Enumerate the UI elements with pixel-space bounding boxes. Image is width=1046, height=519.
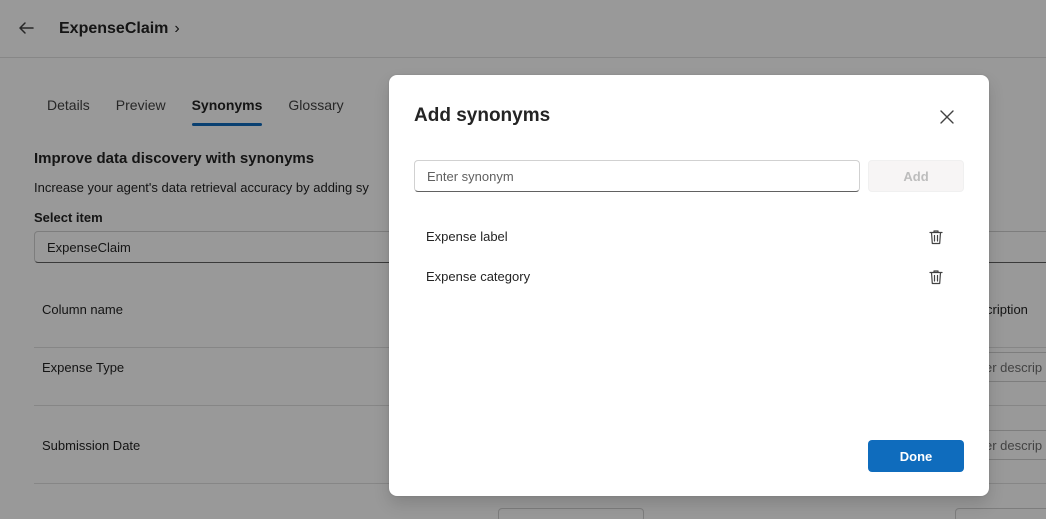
trash-icon: [929, 230, 943, 245]
close-icon: [940, 110, 954, 124]
trash-icon: [929, 270, 943, 285]
close-button[interactable]: [935, 105, 959, 129]
synonym-label: Expense category: [426, 269, 531, 284]
add-synonyms-dialog: Add synonyms Add Expense label Expense c…: [389, 75, 989, 496]
dialog-title: Add synonyms: [414, 105, 551, 126]
list-item: Expense category: [414, 257, 964, 297]
synonym-list: Expense label Expense category: [414, 217, 964, 297]
delete-button[interactable]: [924, 225, 948, 249]
delete-button[interactable]: [924, 265, 948, 289]
synonym-label: Expense label: [426, 229, 508, 244]
done-button[interactable]: Done: [868, 440, 964, 472]
synonym-input[interactable]: [414, 160, 860, 192]
add-button[interactable]: Add: [868, 160, 964, 192]
list-item: Expense label: [414, 217, 964, 257]
